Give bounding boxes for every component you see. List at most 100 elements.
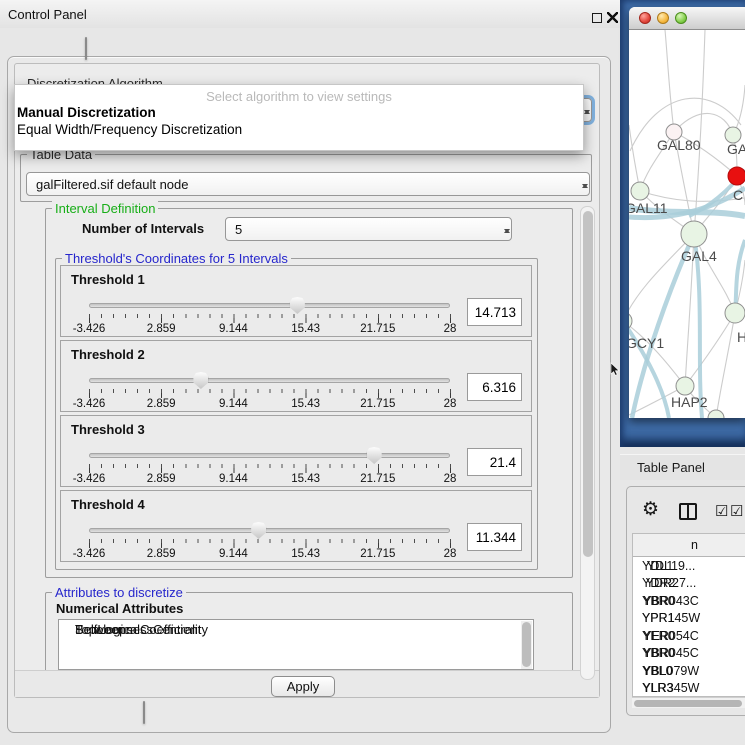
numerical-attributes-label: Numerical Attributes — [56, 601, 183, 616]
control-panel-title: Control Panel — [8, 7, 87, 22]
table-row[interactable]: YBL079WYBL0 — [633, 662, 745, 680]
number-of-intervals-value: 5 — [235, 222, 242, 237]
slider-track[interactable] — [89, 378, 450, 383]
network-node-label: C — [733, 187, 743, 203]
control-panel-titlebar: Control Panel — [0, 0, 620, 28]
network-node[interactable] — [708, 410, 724, 418]
gear-icon[interactable]: ⚙ — [642, 500, 659, 519]
threshold-value-field[interactable] — [467, 448, 522, 476]
slider-tick-label: 9.144 — [219, 323, 248, 335]
slider-thumb[interactable] — [367, 447, 382, 464]
number-of-intervals-combobox[interactable]: 5 — [225, 217, 512, 241]
interval-definition-title: Interval Definition — [52, 201, 158, 216]
network-edge[interactable] — [694, 30, 705, 234]
checked-checkbox-icon[interactable]: ☑ — [715, 504, 728, 519]
slider-tick-label: 2.859 — [147, 323, 176, 335]
table-row[interactable]: YER054CYER0 — [633, 627, 745, 645]
threshold-value-field[interactable] — [467, 373, 522, 401]
table-row[interactable]: YDL19...YDL1 — [633, 557, 745, 575]
threshold-label: Threshold 1 — [71, 272, 145, 287]
control-panel-tabbar: NetworkStyleSelectCyni ToolboxjActiveMNo… — [85, 37, 87, 60]
slider-track[interactable] — [89, 528, 450, 533]
algorithm-popup-item[interactable]: Equal Width/Frequency Discretization — [17, 122, 242, 137]
table-row[interactable]: YBR045CYBR0 — [633, 645, 745, 663]
table-horizontal-scrollbar[interactable] — [632, 697, 745, 708]
table-panel-title: Table Panel — [637, 460, 705, 475]
network-node-label: HAP2 — [671, 394, 708, 410]
threshold-value-field[interactable] — [467, 523, 522, 551]
table-panel-titlebar: Table Panel — [620, 454, 745, 480]
close-icon[interactable] — [607, 12, 618, 23]
close-traffic-light-icon[interactable] — [639, 12, 651, 24]
network-graph: GAL80GACGAL11GAL4GCY1HHAP2 — [629, 30, 745, 418]
list-item[interactable]: BetweennessCentrality — [59, 620, 208, 638]
algorithm-popup-item[interactable]: Manual Discretization — [17, 105, 156, 120]
attributes-list-scrollbar[interactable] — [521, 621, 532, 669]
table-cell: YDR2 — [633, 575, 675, 593]
slider-track[interactable] — [89, 453, 450, 458]
network-node[interactable] — [676, 377, 694, 395]
table-row[interactable]: YBR043CYBR0 — [633, 592, 745, 610]
slider-tick-label: 28 — [444, 548, 457, 560]
threshold-panel: Threshold 2-3.4262.8599.14415.4321.71528 — [60, 340, 532, 412]
threshold-label: Threshold 2 — [71, 347, 145, 362]
slider-tick-label: -3.426 — [73, 323, 106, 335]
slider-tick-label: 9.144 — [219, 398, 248, 410]
table-row[interactable]: YDR27...YDR2 — [633, 575, 745, 593]
minimize-traffic-light-icon[interactable] — [657, 12, 669, 24]
slider-tick-label: 15.43 — [291, 323, 320, 335]
float-window-icon[interactable] — [592, 13, 602, 23]
slider-tick-label: -3.426 — [73, 548, 106, 560]
network-canvas[interactable]: GAL80GACGAL11GAL4GCY1HHAP2 — [629, 30, 745, 418]
table-cell: YBR0 — [633, 592, 675, 610]
slider-thumb[interactable] — [251, 522, 266, 539]
network-edge-thick[interactable] — [735, 240, 745, 313]
slider-thumb[interactable] — [290, 297, 305, 314]
network-node-label: GAL80 — [657, 137, 701, 153]
panel-scrollbar-thumb[interactable] — [583, 211, 593, 557]
table-cell: YER0 — [633, 627, 675, 645]
network-window[interactable]: GAL80GACGAL11GAL4GCY1HHAP2 — [629, 7, 745, 418]
slider-track[interactable] — [89, 303, 450, 308]
slider-tick-label: 2.859 — [147, 473, 176, 485]
tab-network[interactable]: Network — [86, 38, 87, 51]
network-window-titlebar[interactable] — [629, 7, 745, 30]
panel-scrollbar[interactable] — [580, 206, 595, 680]
network-node-label: GAL4 — [681, 248, 717, 264]
slider-tick-label: 9.144 — [219, 473, 248, 485]
slider-tick-label: 15.43 — [291, 548, 320, 560]
slider-thumb[interactable] — [193, 372, 208, 389]
mouse-cursor — [611, 363, 620, 376]
table-row[interactable]: YLR345WYLR3 — [633, 680, 745, 698]
table-cell: YDL1 — [633, 557, 673, 575]
slider-tick-label: 9.144 — [219, 548, 248, 560]
numerical-attributes-list[interactable]: SelfLoopsTopologicalCoefficientBetweenne… — [58, 619, 534, 670]
apply-button[interactable]: Apply — [271, 676, 335, 697]
network-node[interactable] — [681, 221, 707, 247]
slider-tick-label: 21.715 — [360, 548, 395, 560]
apply-bar: Apply — [15, 670, 599, 697]
slider-tick-label: 28 — [444, 398, 457, 410]
network-node[interactable] — [725, 303, 745, 323]
zoom-traffic-light-icon[interactable] — [675, 12, 687, 24]
table-scrollbar-thumb[interactable] — [634, 700, 742, 707]
threshold-value-field[interactable] — [467, 298, 522, 326]
network-node[interactable] — [728, 167, 745, 185]
table-row[interactable]: YPR145WYPR1 — [633, 610, 745, 628]
slider-tick-label: 21.715 — [360, 473, 395, 485]
algorithm-popup-hint: Select algorithm to view settings — [15, 89, 583, 104]
network-edge[interactable] — [685, 313, 735, 386]
slider-tick-label: 15.43 — [291, 473, 320, 485]
column-header-n[interactable]: n — [633, 534, 745, 557]
split-columns-icon[interactable] — [679, 503, 697, 520]
network-node-label: GA — [727, 141, 745, 157]
slider-tick-label: 2.859 — [147, 398, 176, 410]
table-data-combobox[interactable]: galFiltered.sif default node — [26, 172, 590, 196]
checked-checkbox-icon[interactable]: ☑ — [730, 504, 743, 519]
network-edge[interactable] — [674, 113, 733, 135]
node-table[interactable]: shared...n YDL19...YDL1YDR27...YDR2YBR04… — [632, 533, 745, 697]
network-node[interactable] — [631, 182, 649, 200]
slider-ticks — [89, 314, 451, 323]
network-edge[interactable] — [665, 30, 674, 132]
threshold-panel: Threshold 1-3.4262.8599.14415.4321.71528 — [60, 265, 532, 337]
